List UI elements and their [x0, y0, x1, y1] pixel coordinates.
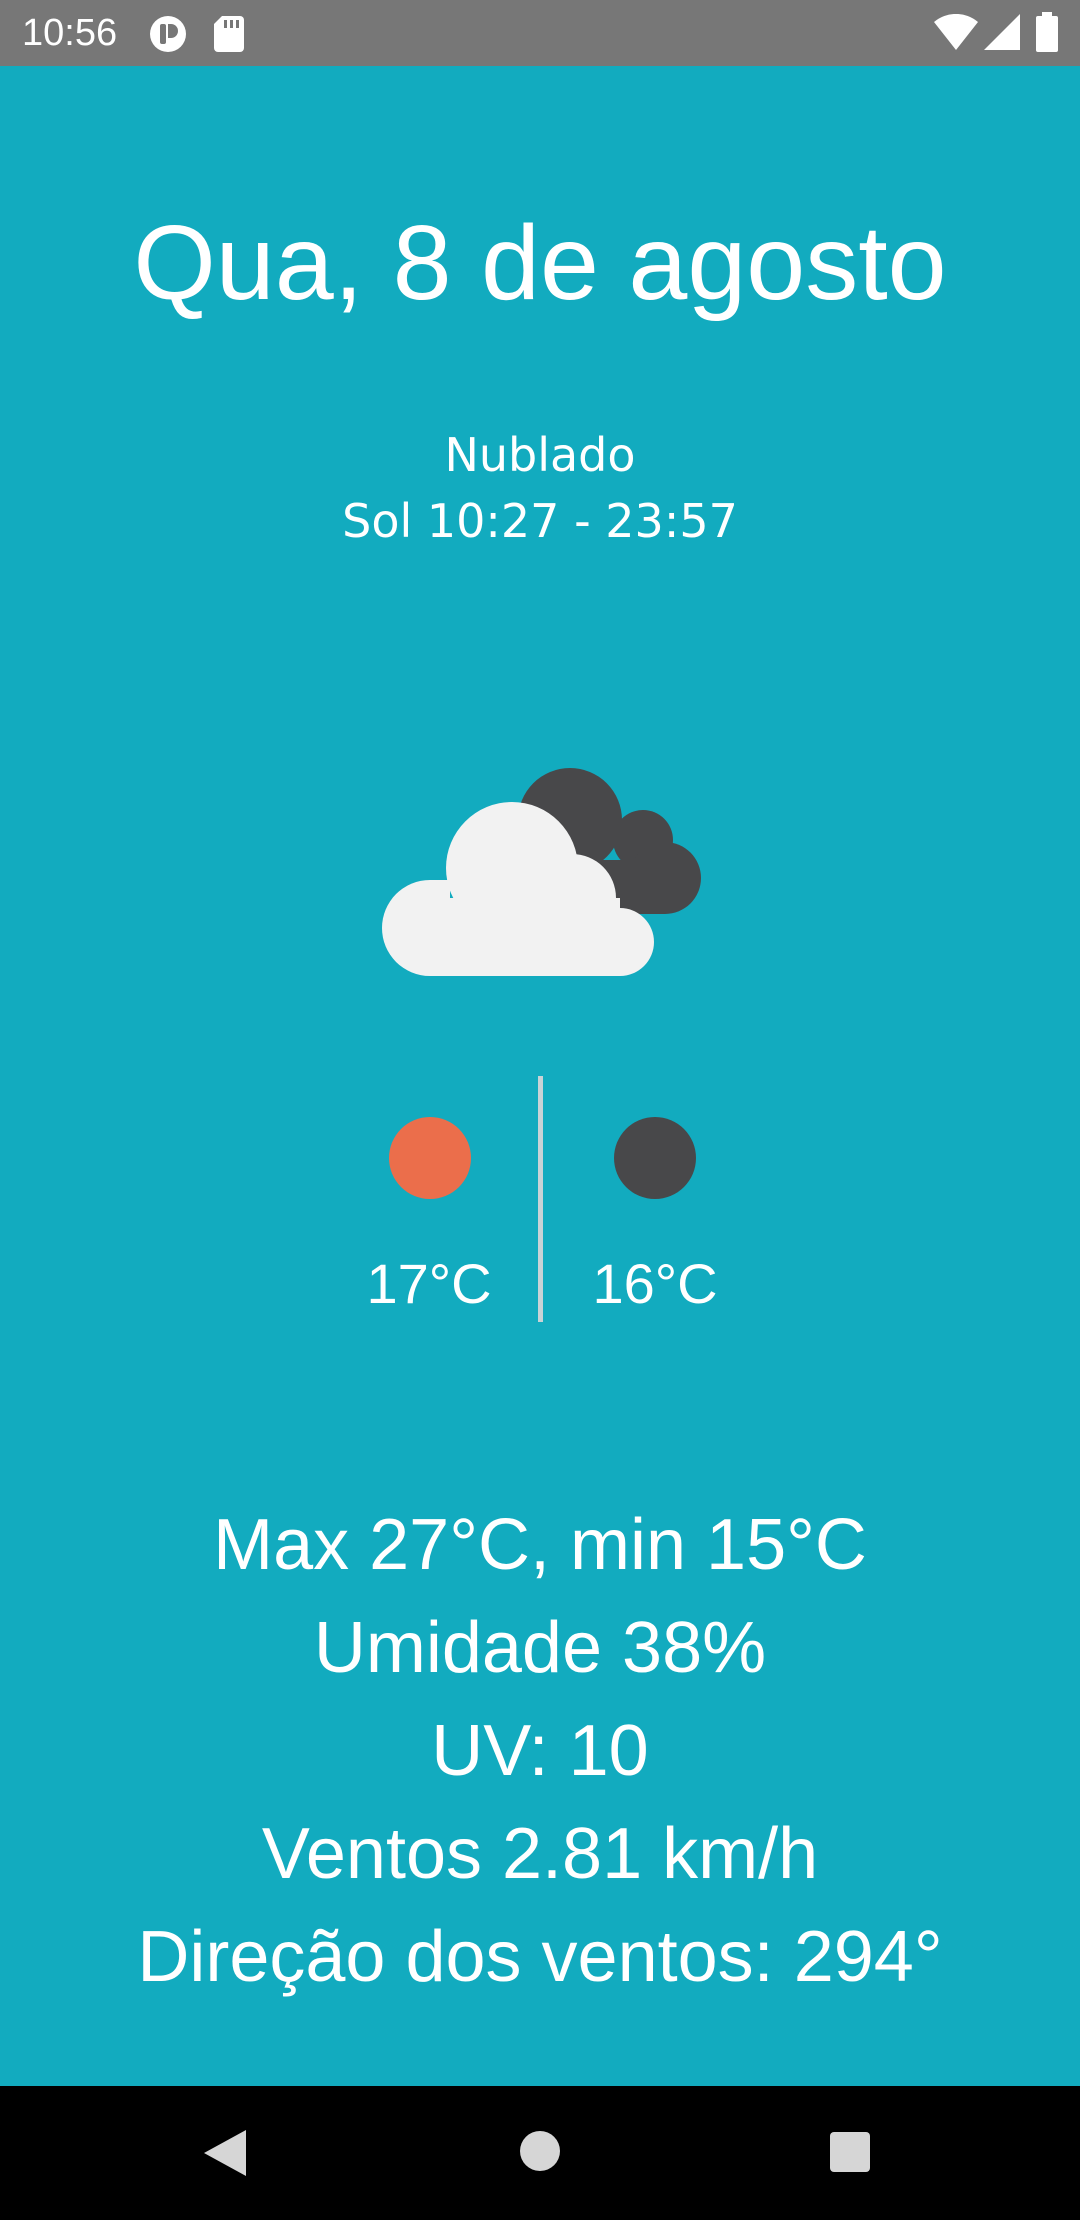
date-title: Qua, 8 de agosto — [133, 204, 947, 322]
temp-divider — [538, 1076, 543, 1322]
condition-text: Nublado — [444, 428, 636, 482]
home-icon[interactable] — [519, 2130, 561, 2172]
cloudy-icon — [382, 768, 701, 976]
night-temp-label: 16°C — [592, 1252, 718, 1315]
wifi-icon — [934, 14, 978, 50]
battery-icon — [1036, 12, 1058, 52]
night-temp-dot — [614, 1117, 696, 1199]
weather-screen: Qua, 8 de agosto Nublado Sol 10:27 - 23:… — [0, 66, 1080, 2086]
status-bar: 10:56 — [0, 0, 1080, 66]
day-temp-label: 17°C — [366, 1252, 492, 1315]
back-icon[interactable] — [200, 2126, 250, 2180]
humidity-text: Umidade 38% — [313, 1608, 767, 1688]
status-time: 10:56 — [22, 12, 118, 54]
uv-text: UV: 10 — [431, 1711, 649, 1791]
weather-details: Max 27°C, min 15°C Umidade 38% UV: 10 Ve… — [0, 1494, 1080, 2009]
recents-icon[interactable] — [829, 2131, 871, 2173]
day-temp-dot — [389, 1117, 471, 1199]
app-notification-icon — [150, 16, 186, 52]
max-min-temp: Max 27°C, min 15°C — [213, 1505, 867, 1585]
sd-card-icon — [214, 16, 244, 52]
wind-direction-text: Direção dos ventos: 294° — [137, 1917, 943, 1997]
wind-speed-text: Ventos 2.81 km/h — [261, 1814, 819, 1894]
navigation-bar — [0, 2086, 1080, 2220]
cell-signal-icon — [984, 14, 1020, 50]
sun-times-text: Sol 10:27 - 23:57 — [342, 494, 738, 548]
